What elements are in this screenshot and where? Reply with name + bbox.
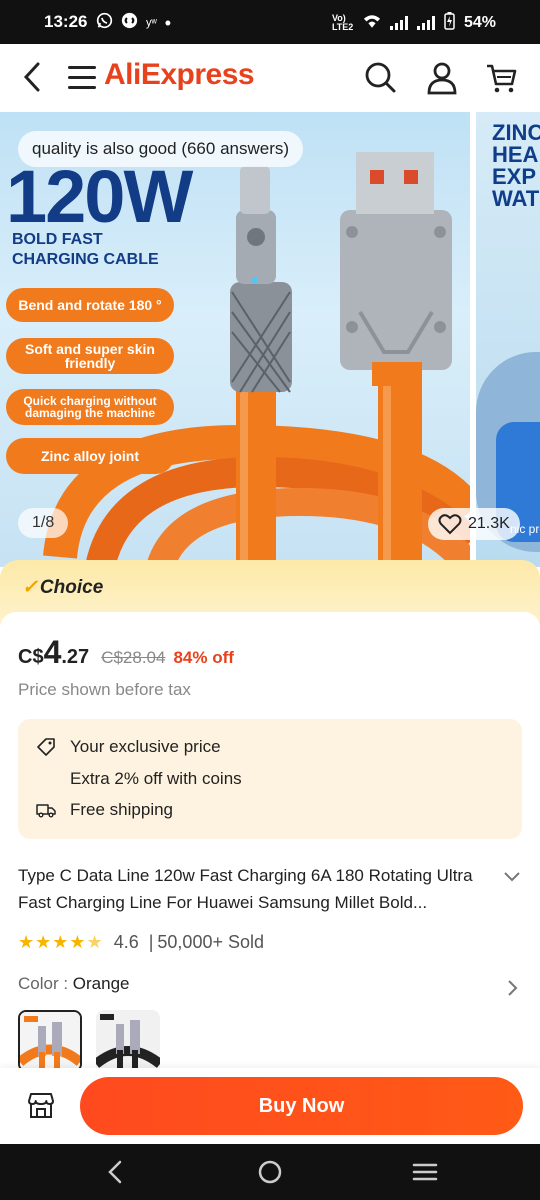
account-icon[interactable] [424, 60, 460, 96]
chevron-down-icon[interactable] [502, 866, 522, 886]
free-shipping-label: Free shipping [70, 800, 174, 819]
color-value: Orange [72, 974, 130, 993]
heart-icon [438, 514, 462, 535]
product-info-card: C$ 4 .27 C$28.04 84% off Price shown bef… [0, 612, 540, 1080]
shipping-row: Free shipping [36, 800, 173, 820]
product-gallery[interactable]: quality is also good (660 answers) 120W … [0, 112, 540, 567]
price-integer: 4 [43, 634, 62, 670]
chevron-right-icon[interactable] [502, 978, 522, 998]
cart-icon[interactable] [484, 60, 520, 96]
system-nav-bar [0, 1144, 540, 1200]
color-selector-label[interactable]: Color : Orange [18, 974, 130, 994]
price-decimal: .27 [61, 646, 90, 668]
next-panel-text: ZINC HEA EXP WAT [492, 120, 540, 211]
promo-box[interactable]: Your exclusive price Extra 2% off with c… [18, 719, 522, 839]
exclusive-price-label: Your exclusive price [70, 737, 221, 756]
system-home-icon[interactable] [256, 1158, 286, 1186]
status-right-icons: Vo) LTE2 54% [332, 12, 496, 33]
tag-icon [37, 738, 55, 756]
back-icon[interactable] [18, 60, 48, 94]
tax-note: Price shown before tax [18, 680, 191, 699]
bottom-action-bar: Buy Now [0, 1068, 540, 1144]
rating-row[interactable]: ★★★★★ 4.6 | 50,000+ Sold [18, 932, 264, 953]
coins-row: Extra 2% off with coins [70, 769, 242, 789]
buy-now-button[interactable]: Buy Now [80, 1077, 523, 1135]
dot-icon: • [164, 12, 172, 33]
status-misc-icon: yʷ [146, 16, 157, 29]
wifi-icon [363, 14, 381, 32]
rating-separator: | [148, 932, 154, 952]
feature-pill: Quick charging without damaging the mach… [6, 389, 174, 425]
search-icon[interactable] [362, 60, 398, 96]
whatsapp-icon [96, 12, 113, 33]
feature-pill: Zinc alloy joint [6, 438, 174, 474]
choice-badge: ✓ Choice [22, 576, 103, 599]
check-icon: ✓ [22, 577, 38, 598]
color-swatch-black[interactable] [96, 1010, 160, 1072]
price-currency: C$ [18, 646, 44, 668]
subhead-line-2: CHARGING CABLE [12, 251, 159, 268]
feature-pill: Bend and rotate 180 ° [6, 288, 174, 322]
status-bar: 13:26 yʷ • Vo) LTE2 54% [0, 0, 540, 44]
signal-2-icon [416, 15, 435, 30]
original-price: C$28.04 [101, 648, 166, 667]
headline-120w: 120W [6, 155, 193, 238]
likes-count: 21.3K [468, 515, 510, 532]
menu-icon[interactable] [68, 66, 96, 90]
product-title[interactable]: Type C Data Line 120w Fast Charging 6A 1… [18, 862, 488, 916]
truck-icon [36, 804, 56, 818]
rating-value: 4.6 [113, 932, 139, 952]
system-recents-icon[interactable] [410, 1158, 440, 1186]
shazam-icon [121, 12, 138, 33]
signal-1-icon [389, 15, 408, 30]
feature-pill: Soft and super skin friendly [6, 338, 174, 374]
aliexpress-logo[interactable]: AliExpress [104, 58, 255, 92]
wishlist-button[interactable]: 21.3K [428, 508, 520, 540]
next-gallery-image[interactable]: ZINC HEA EXP WAT nic prote Mo [476, 112, 540, 567]
star-rating-icon: ★★★★★ [18, 932, 104, 952]
volte-label: Vo) LTE2 [331, 12, 354, 32]
battery-icon [444, 12, 455, 33]
choice-label: Choice [39, 577, 104, 598]
color-swatch-orange[interactable] [18, 1010, 82, 1072]
subhead-line-1: BOLD FAST [12, 231, 103, 248]
sold-count: 50,000+ Sold [157, 932, 264, 952]
status-time: 13:26 [44, 12, 88, 31]
color-label: Color [18, 974, 59, 993]
battery-percent: 54% [463, 13, 496, 31]
price-row: C$ 4 .27 C$28.04 84% off [18, 634, 234, 671]
top-nav: AliExpress [0, 44, 540, 112]
status-left-icons: yʷ • [96, 12, 171, 33]
subhead: BOLD FAST CHARGING CABLE [12, 230, 159, 270]
coins-label: Extra 2% off with coins [70, 769, 242, 788]
image-counter: 1/8 [18, 508, 69, 538]
discount-percent: 84% off [173, 648, 234, 667]
store-icon[interactable] [26, 1090, 56, 1120]
exclusive-price-row: Your exclusive price [36, 737, 221, 757]
system-back-icon[interactable] [100, 1158, 130, 1186]
